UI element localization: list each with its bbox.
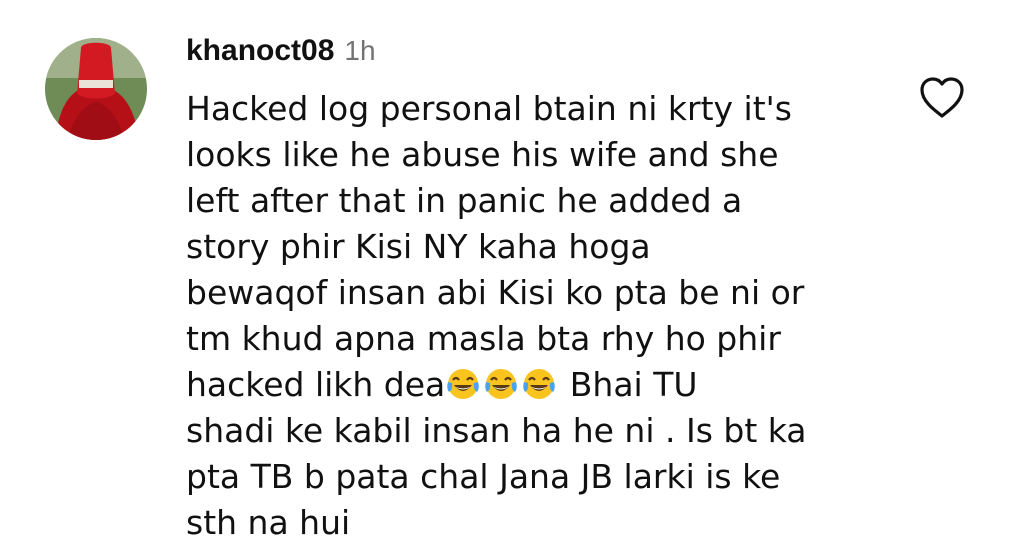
comment-line: Bhai TU (569, 365, 698, 404)
comment-line: pta TB b pata chal Jana JB larki is ke (186, 457, 781, 496)
comment-line: bewaqof insan abi Kisi ko pta be ni or (186, 273, 805, 312)
face-with-tears-of-joy-icon (445, 366, 481, 402)
face-with-tears-of-joy-icon (483, 366, 519, 402)
avatar-image (45, 38, 147, 140)
avatar[interactable] (45, 38, 147, 140)
comment-header: khanoct08 1h (186, 34, 376, 68)
comment-timestamp: 1h (344, 35, 376, 66)
comment-line: story phir Kisi NY kaha hoga (186, 227, 651, 266)
face-with-tears-of-joy-icon (521, 366, 557, 402)
comment-line: sth na hui (186, 503, 351, 542)
comment-line: Hacked log personal btain ni krty it's (186, 89, 792, 128)
comment-line: shadi ke kabil insan ha he ni . Is bt ka (186, 411, 807, 450)
heart-outline-icon (920, 77, 964, 118)
comment-line: looks like he abuse his wife and she (186, 135, 779, 174)
comment-line-with-emojis: hacked likh dea Bhai TU (186, 362, 886, 408)
comment-text: Hacked log personal btain ni krty it's l… (186, 86, 886, 546)
like-button[interactable] (917, 76, 967, 120)
comment-line: tm khud apna masla bta rhy ho phir (186, 319, 781, 358)
comment-line: left after that in panic he added a (186, 181, 743, 220)
username-link[interactable]: khanoct08 (186, 34, 334, 67)
comment-line: hacked likh dea (186, 365, 446, 404)
